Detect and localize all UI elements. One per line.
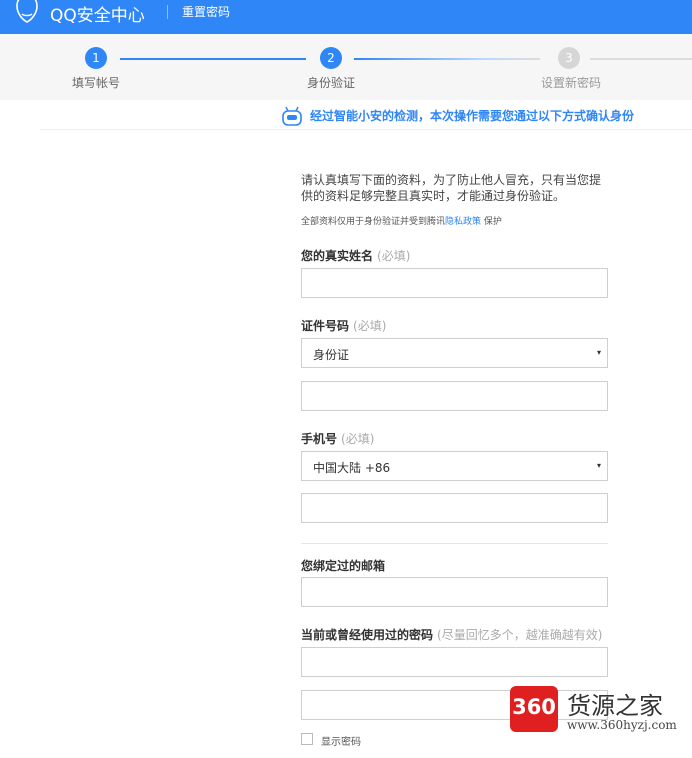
- privacy-note-suffix: 保护: [483, 217, 502, 227]
- real-name-label-text: 您的真实姓名: [301, 249, 374, 263]
- privacy-note: 全部资料仅用于身份验证并受到腾讯隐私政策 保护: [301, 214, 502, 227]
- robot-assistant-icon: [282, 106, 302, 126]
- watermark-360-logo: 360: [510, 686, 558, 732]
- password-hint: (尽量回忆多个，越准确越有效): [437, 628, 603, 642]
- watermark-badge-text: 360: [512, 695, 556, 719]
- password-input-2[interactable]: [301, 690, 608, 720]
- id-type-value: 身份证: [313, 348, 350, 362]
- header-divider: [167, 5, 168, 19]
- qq-shield-logo-icon: [16, 0, 38, 23]
- brand-title[interactable]: QQ安全中心: [50, 1, 145, 26]
- password-label: 当前或曾经使用过的密码 (尽量回忆多个，越准确越有效): [301, 626, 602, 643]
- email-input[interactable]: [301, 577, 608, 607]
- caret-down-icon: ▾: [596, 348, 601, 357]
- password-label-text: 当前或曾经使用过的密码: [301, 628, 434, 642]
- step-1-circle: 1: [85, 47, 107, 69]
- step-1-label: 填写帐号: [72, 76, 121, 90]
- step-3-circle: 3: [558, 47, 580, 69]
- id-type-select[interactable]: 身份证 ▾: [301, 338, 608, 368]
- privacy-policy-link[interactable]: 隐私政策: [445, 217, 481, 227]
- id-number-label: 证件号码 (必填): [301, 317, 386, 334]
- phone-label-text: 手机号: [301, 432, 338, 446]
- caret-down-icon: ▾: [596, 461, 601, 470]
- step-connector-1: [120, 58, 306, 60]
- phone-region-value: 中国大陆 +86: [313, 461, 391, 475]
- required-hint: (必填): [353, 319, 387, 333]
- step-3-label: 设置新密码: [541, 76, 602, 90]
- show-password-checkbox[interactable]: [301, 733, 313, 745]
- progress-steps: 1 填写帐号 2 身份验证 3 设置新密码: [0, 34, 692, 100]
- phone-number-input[interactable]: [301, 493, 608, 523]
- required-hint: (必填): [341, 432, 375, 446]
- id-number-input[interactable]: [301, 381, 608, 411]
- real-name-input[interactable]: [301, 268, 608, 298]
- step-connector-3: [590, 58, 692, 60]
- real-name-label: 您的真实姓名 (必填): [301, 247, 410, 264]
- verification-notice: 经过智能小安的检测，本次操作需要您通过以下方式确认身份: [0, 100, 692, 130]
- watermark-title: 货源之家: [567, 692, 663, 720]
- privacy-note-prefix: 全部资料仅用于身份验证并受到腾讯: [301, 217, 446, 227]
- page-subtitle: 重置密码: [182, 5, 231, 19]
- step-2-circle: 2: [320, 47, 342, 69]
- phone-region-select[interactable]: 中国大陆 +86 ▾: [301, 451, 608, 481]
- section-divider: [301, 543, 608, 544]
- phone-label: 手机号 (必填): [301, 430, 374, 447]
- intro-text: 请认真填写下面的资料，为了防止他人冒充，只有当您提供的资料足够完整且真实时，才能…: [301, 173, 602, 203]
- step-2-label: 身份验证: [307, 76, 356, 90]
- step-connector-2: [354, 58, 540, 60]
- watermark-url: www.360hyzj.com: [567, 718, 677, 732]
- notice-text: 经过智能小安的检测，本次操作需要您通过以下方式确认身份: [310, 109, 635, 123]
- required-hint: (必填): [377, 249, 411, 263]
- password-input-1[interactable]: [301, 647, 608, 677]
- notice-divider: [40, 129, 692, 130]
- id-number-label-text: 证件号码: [301, 319, 350, 333]
- email-label: 您绑定过的邮箱: [301, 559, 386, 573]
- show-password-label[interactable]: 显示密码: [321, 733, 361, 748]
- top-header: QQ安全中心 重置密码: [0, 0, 692, 34]
